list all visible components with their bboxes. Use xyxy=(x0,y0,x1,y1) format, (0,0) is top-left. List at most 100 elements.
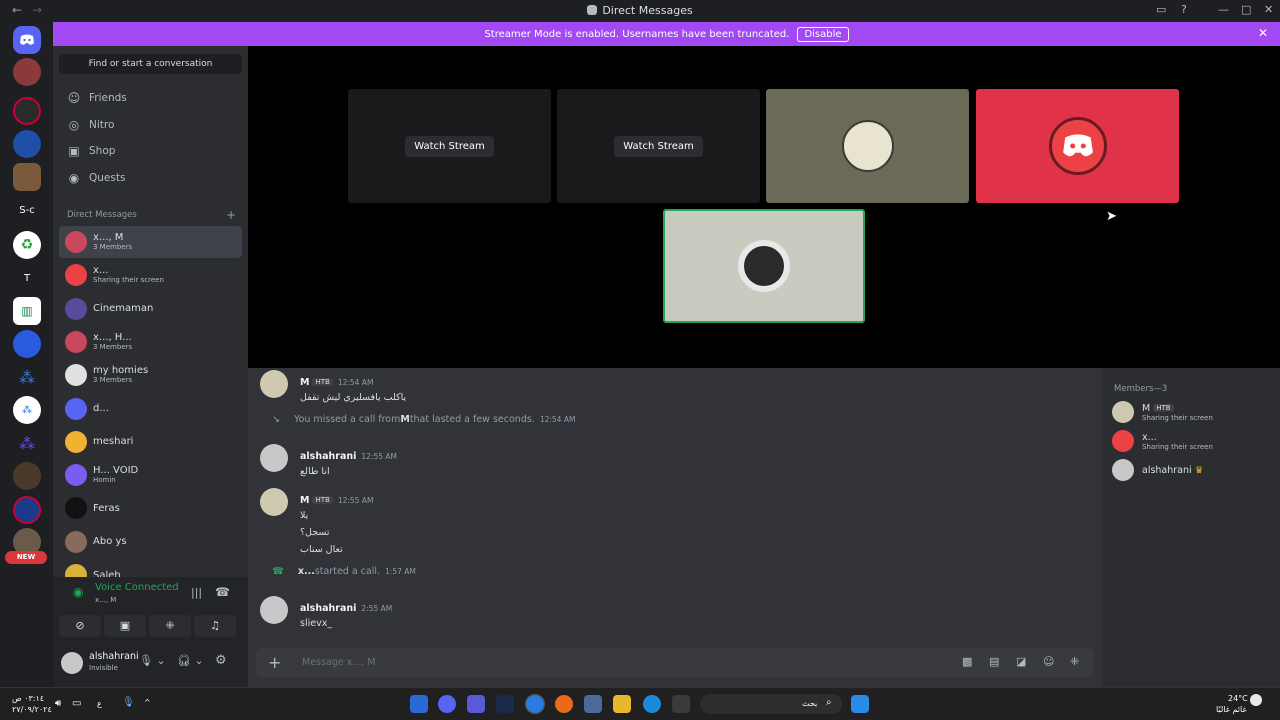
stream-tile-1[interactable]: Watch Stream xyxy=(348,89,551,203)
dm-item[interactable]: H... VOID Homin xyxy=(59,459,242,491)
message-author[interactable]: M xyxy=(300,495,309,506)
dm-item[interactable]: x... Sharing their screen xyxy=(59,259,242,291)
dm-item[interactable]: my homies 3 Members xyxy=(59,359,242,391)
soundboard-icon[interactable]: ♫ xyxy=(194,615,236,637)
app-icon-2[interactable] xyxy=(672,695,690,713)
microphone-icon[interactable]: 🎙︎ ⌄ xyxy=(139,654,166,667)
participant-tile-self[interactable] xyxy=(663,209,865,323)
apps-icon[interactable]: ⁜ xyxy=(1070,655,1079,668)
discord-taskbar-icon[interactable] xyxy=(438,695,456,713)
server-icon-1[interactable] xyxy=(13,58,41,86)
message-author[interactable]: alshahrani xyxy=(300,603,356,614)
start-icon[interactable] xyxy=(851,695,869,713)
help-icon[interactable]: ? xyxy=(1181,3,1187,16)
user-avatar[interactable] xyxy=(61,652,83,674)
server-icon-3[interactable] xyxy=(13,130,41,158)
clan-tag[interactable]: HTB xyxy=(312,496,333,504)
participant-tile-x[interactable] xyxy=(976,89,1179,203)
avatar[interactable] xyxy=(260,370,288,398)
dm-item[interactable]: Cinemaman xyxy=(59,293,242,325)
server-icon-4[interactable] xyxy=(13,163,41,191)
avatar[interactable] xyxy=(260,488,288,516)
sys-user[interactable]: x... xyxy=(298,566,315,577)
gif-icon[interactable]: ▤ xyxy=(989,655,999,668)
message[interactable]: alshahrani 12:55 AM انا طالع xyxy=(260,444,397,480)
dm-item[interactable]: d... xyxy=(59,393,242,425)
message-author[interactable]: alshahrani xyxy=(300,451,356,462)
avatar[interactable] xyxy=(260,596,288,624)
server-icon-12[interactable] xyxy=(13,496,41,524)
chrome-icon[interactable] xyxy=(525,694,545,714)
edge-icon[interactable] xyxy=(643,695,661,713)
tray-overflow-icon[interactable]: ^ xyxy=(144,698,151,707)
nav-item-nitro[interactable]: ◎ Nitro xyxy=(61,112,241,138)
screen-share-icon[interactable]: ▣ xyxy=(104,615,146,637)
steam-icon[interactable] xyxy=(496,695,514,713)
app-icon-1[interactable] xyxy=(410,695,428,713)
activities-icon[interactable]: ⁜ xyxy=(149,615,191,637)
server-icon-2[interactable] xyxy=(13,97,41,125)
dm-item[interactable]: x..., M3 Members xyxy=(59,226,242,258)
server-icon-8[interactable]: ⁂ xyxy=(13,363,41,391)
close-window-icon[interactable]: ✕ xyxy=(1264,3,1273,16)
server-icon-7[interactable] xyxy=(13,330,41,358)
message[interactable]: M HTB 12:54 AM ياكلب يافسليري ليش تقفل xyxy=(260,370,406,406)
maximize-icon[interactable]: □ xyxy=(1241,3,1251,16)
firefox-icon[interactable] xyxy=(555,695,573,713)
noise-suppression-icon[interactable]: ||| xyxy=(191,586,202,599)
dm-item[interactable]: Feras xyxy=(59,492,242,524)
message[interactable]: alshahrani 2:55 AM slievx_ xyxy=(260,596,392,632)
message[interactable]: M HTB 12:55 AM يلا تسجل؟ تعال سناب xyxy=(260,488,373,558)
avatar[interactable] xyxy=(260,444,288,472)
server-icon-t[interactable]: T xyxy=(13,264,41,292)
sticker-icon[interactable]: ◪ xyxy=(1016,655,1026,668)
close-banner-icon[interactable]: ✕ xyxy=(1258,26,1268,40)
minimize-icon[interactable]: — xyxy=(1218,3,1229,16)
gift-icon[interactable]: ▩ xyxy=(962,655,972,668)
member-item[interactable]: x... Sharing their screen xyxy=(1112,430,1213,452)
clan-tag[interactable]: HTB xyxy=(312,378,333,386)
member-item[interactable]: M HTB Sharing their screen xyxy=(1112,401,1213,423)
server-icon-5[interactable]: ♻ xyxy=(13,231,41,259)
dm-item[interactable]: meshari xyxy=(59,426,242,458)
create-dm-icon[interactable]: + xyxy=(226,208,236,222)
language-indicator[interactable]: ع xyxy=(97,699,102,708)
server-icon-9[interactable]: ⁂ xyxy=(13,396,41,424)
inbox-tray-icon[interactable]: ▭ xyxy=(1156,3,1166,16)
nav-item-quests[interactable]: ◉ Quests xyxy=(61,165,241,191)
dm-item[interactable]: Abo ys xyxy=(59,526,242,558)
settings-taskbar-icon[interactable] xyxy=(584,695,602,713)
message-author[interactable]: M xyxy=(300,377,309,388)
signal-icon[interactable]: ◉ xyxy=(73,585,83,599)
settings-gear-icon[interactable]: ⚙ xyxy=(215,653,227,668)
voice-status[interactable]: Voice Connected xyxy=(95,582,179,593)
camera-off-icon[interactable]: ⊘ xyxy=(59,615,101,637)
file-explorer-icon[interactable] xyxy=(613,695,631,713)
server-icon-sc[interactable]: S-c xyxy=(13,196,41,224)
stream-tile-2[interactable]: Watch Stream xyxy=(557,89,760,203)
headphones-icon[interactable]: 🎧︎ ⌄ xyxy=(177,654,204,667)
participant-tile-m[interactable] xyxy=(766,89,969,203)
disconnect-icon[interactable]: ☎ xyxy=(215,585,230,599)
watch-stream-button[interactable]: Watch Stream xyxy=(405,135,494,157)
discord-home-icon[interactable] xyxy=(13,26,41,54)
server-icon-10[interactable]: ⁂ xyxy=(13,429,41,457)
find-conversation-button[interactable]: Find or start a conversation xyxy=(59,54,242,74)
disable-button[interactable]: Disable xyxy=(797,26,849,42)
teams-icon[interactable] xyxy=(467,695,485,713)
dm-item[interactable]: x..., H... 3 Members xyxy=(59,326,242,358)
notification-icon[interactable] xyxy=(1250,694,1262,706)
watch-stream-button[interactable]: Watch Stream xyxy=(614,135,703,157)
message-input[interactable]: Message x..., M xyxy=(302,657,376,668)
server-icon-6[interactable]: ▥ xyxy=(13,297,41,325)
taskbar-search[interactable]: بحث ⌕ xyxy=(700,694,842,714)
nav-item-shop[interactable]: ▣ Shop xyxy=(61,138,241,164)
mic-tray-icon[interactable]: 🎙︎ xyxy=(122,697,135,708)
volume-icon[interactable]: 🔊︎ xyxy=(55,698,61,709)
sys-user[interactable]: M xyxy=(400,414,409,425)
nav-item-friends[interactable]: ☺ Friends xyxy=(61,85,241,111)
attach-plus-icon[interactable]: + xyxy=(268,653,281,672)
emoji-icon[interactable]: ☺ xyxy=(1043,655,1054,668)
server-icon-11[interactable] xyxy=(13,462,41,490)
network-icon[interactable]: ▭ xyxy=(72,698,81,709)
